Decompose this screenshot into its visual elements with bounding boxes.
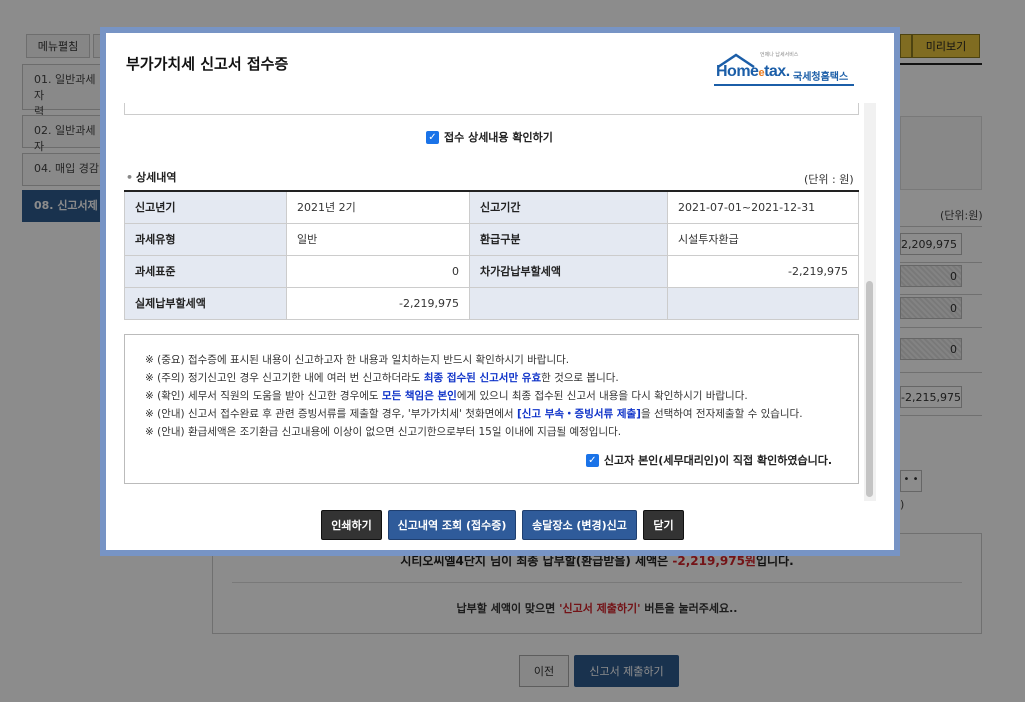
notice-line: ※ (확인) 세무서 직원의 도움을 받아 신고한 경우에도 모든 책임은 본인…	[145, 387, 858, 405]
notice-link[interactable]: [신고 부속・증빙서류 제출]	[517, 408, 641, 420]
table-row: 신고년기 2021년 2기 신고기간 2021-07-01~2021-12-31	[124, 190, 859, 224]
table-cell: 2021-07-01~2021-12-31	[667, 190, 859, 224]
table-header-cell: 과세유형	[124, 222, 287, 256]
notice-text: ※ (안내) 신고서 접수완료 후 관련 증빙서류를 제출할 경우, '부가가치…	[145, 408, 517, 420]
table-cell: 시설투자환급	[667, 222, 859, 256]
close-button[interactable]: 닫기	[643, 510, 684, 540]
self-confirm-label: 신고자 본인(세무대리인)이 직접 확인하였습니다.	[603, 454, 832, 467]
notice-emphasis: 최종 접수된 신고서만 유효	[423, 372, 542, 384]
detail-table: 신고년기 2021년 2기 신고기간 2021-07-01~2021-12-31…	[124, 190, 859, 320]
receipt-scroll-area[interactable]: ✓ 접수 상세내용 확인하기 • 상세내역 (단위 : 원) 신고년기 2021년…	[124, 103, 876, 501]
logo-korean: 국세청홈택스	[793, 72, 849, 83]
notice-text: ※ (확인) 세무서 직원의 도움을 받아 신고한 경우에도	[145, 390, 382, 402]
receipt-modal: 부가가치세 신고서 접수증 언제나 납세서비스 Homeetax. 국세청홈택스…	[100, 27, 900, 556]
bullet-icon: •	[126, 171, 134, 184]
table-cell: -2,219,975	[667, 254, 859, 288]
section-title-text: 상세내역	[136, 171, 177, 184]
confirm-detail-label: 접수 상세내용 확인하기	[444, 131, 553, 144]
modal-body: 부가가치세 신고서 접수증 언제나 납세서비스 Homeetax. 국세청홈택스…	[106, 33, 894, 550]
table-empty-cell	[667, 286, 859, 320]
checkbox-checked-icon[interactable]: ✓	[426, 130, 439, 144]
logo-home: Home	[716, 63, 759, 80]
modal-title: 부가가치세 신고서 접수증	[126, 55, 289, 73]
notice-text: 한 것으로 봅니다.	[541, 372, 619, 384]
notice-emphasis: 모든 책임은 본인	[381, 390, 457, 402]
print-button[interactable]: 인쇄하기	[321, 510, 382, 540]
section-unit: (단위 : 원)	[804, 173, 854, 186]
table-header-cell: 신고년기	[124, 190, 287, 224]
notice-box: ※ (중요) 접수증에 표시된 내용이 신고하고자 한 내용과 일치하는지 반드…	[124, 334, 859, 484]
notice-text: ※ (주의) 정기신고인 경우 신고기한 내에 여러 번 신고하더라도	[145, 372, 424, 384]
hometax-logo: 언제나 납세서비스 Homeetax. 국세청홈택스	[714, 51, 864, 87]
scrollbar[interactable]	[864, 103, 876, 501]
table-row: 실제납부할세액 -2,219,975	[124, 286, 859, 320]
notice-text: 에게 있으니 최종 접수된 신고서 내용을 다시 확인하시기 바랍니다.	[456, 390, 748, 402]
table-empty-cell	[469, 286, 668, 320]
previous-section-edge	[124, 103, 859, 115]
logo-tagline: 언제나 납세서비스	[760, 52, 799, 58]
history-button[interactable]: 신고내역 조회 (접수증)	[388, 510, 516, 540]
scrollbar-thumb[interactable]	[866, 281, 873, 497]
table-cell: -2,219,975	[286, 286, 470, 320]
self-confirm-checkbox[interactable]: ✓ 신고자 본인(세무대리인)이 직접 확인하였습니다.	[585, 452, 832, 468]
table-header-cell: 환급구분	[469, 222, 668, 256]
notice-line: ※ (주의) 정기신고인 경우 신고기한 내에 여러 번 신고하더라도 최종 접…	[145, 369, 858, 387]
checkbox-checked-icon[interactable]: ✓	[585, 453, 599, 467]
table-cell: 일반	[286, 222, 470, 256]
section-title: • 상세내역	[126, 169, 177, 185]
modal-button-row: 인쇄하기 신고내역 조회 (접수증) 송달장소 (변경)신고 닫기	[106, 510, 894, 540]
table-header-cell: 과세표준	[124, 254, 287, 288]
table-header-cell: 신고기간	[469, 190, 668, 224]
logo-underline	[714, 84, 854, 86]
table-cell: 2021년 2기	[286, 190, 470, 224]
notice-line: ※ (중요) 접수증에 표시된 내용이 신고하고자 한 내용과 일치하는지 반드…	[145, 354, 570, 366]
table-header-cell: 실제납부할세액	[124, 286, 287, 320]
logo-tax: tax.	[764, 63, 790, 80]
logo-wordmark: Homeetax.	[716, 63, 790, 81]
notice-text: 을 선택하여 전자제출할 수 있습니다.	[640, 408, 803, 420]
notice-line: ※ (안내) 환급세액은 조기환급 신고내용에 이상이 없으면 신고기한으로부터…	[145, 426, 622, 438]
table-row: 과세유형 일반 환급구분 시설투자환급	[124, 222, 859, 256]
table-cell: 0	[286, 254, 470, 288]
table-row: 과세표준 0 차가감납부할세액 -2,219,975	[124, 254, 859, 288]
table-header-cell: 차가감납부할세액	[469, 254, 668, 288]
address-change-button[interactable]: 송달장소 (변경)신고	[522, 510, 637, 540]
notice-line: ※ (안내) 신고서 접수완료 후 관련 증빙서류를 제출할 경우, '부가가치…	[145, 405, 858, 423]
confirm-detail-checkbox[interactable]: ✓ 접수 상세내용 확인하기	[426, 129, 553, 145]
